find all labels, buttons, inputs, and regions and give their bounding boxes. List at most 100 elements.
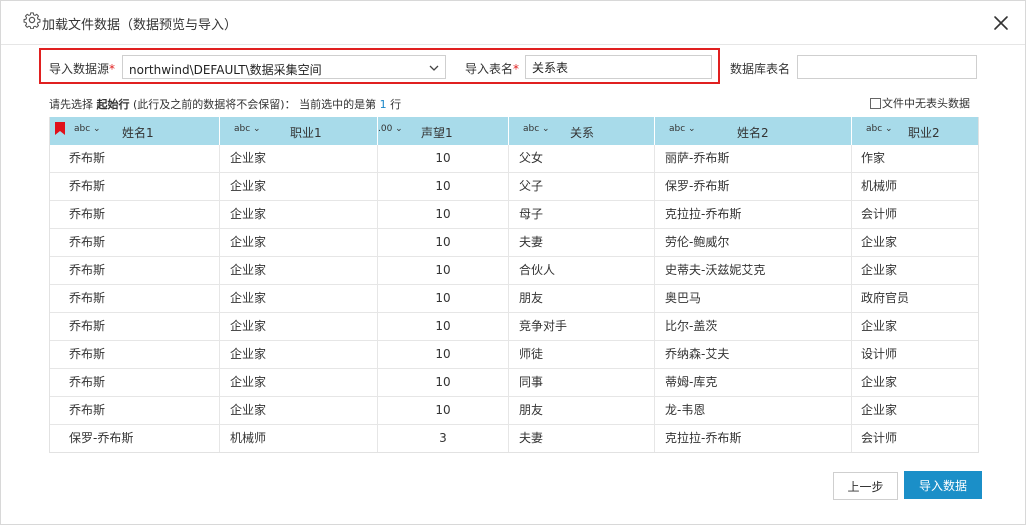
table-cell: 父女 (509, 145, 655, 172)
dbtable-label: 数据库表名 (730, 62, 791, 76)
table-cell: 10 (378, 173, 509, 200)
table-cell: 机械师 (220, 425, 378, 452)
table-cell: 10 (378, 257, 509, 284)
table-cell: 同事 (509, 369, 655, 396)
table-cell: 企业家 (220, 229, 378, 256)
column-header-2[interactable]: abc ⌄ 职业1 (220, 117, 378, 145)
column-type[interactable]: abc ⌄ (866, 124, 893, 134)
table-row[interactable]: 乔布斯 企业家 10 夫妻 劳伦-鲍威尔 企业家 (50, 229, 978, 257)
gear-icon (23, 12, 41, 29)
table-cell: 奥巴马 (655, 285, 852, 312)
table-cell: 企业家 (220, 285, 378, 312)
table-cell: 克拉拉-乔布斯 (655, 425, 852, 452)
column-header-5[interactable]: abc ⌄ 姓名2 (655, 117, 852, 145)
table-cell: 企业家 (861, 403, 898, 417)
table-cell: 企业家 (861, 263, 898, 277)
table-cell: 企业家 (861, 319, 898, 333)
column-type[interactable]: .00 ⌄ (378, 124, 403, 134)
table-cell: 克拉拉-乔布斯 (655, 201, 852, 228)
column-type[interactable]: abc ⌄ (234, 124, 261, 134)
table-cell: 父子 (509, 173, 655, 200)
table-cell: 乔布斯 (50, 173, 220, 200)
data-preview-grid: abc ⌄ 姓名1 abc ⌄ 职业1 .00 ⌄ 声望1 abc ⌄ 关系 a… (49, 117, 979, 453)
table-cell: 乔布斯 (50, 397, 220, 424)
table-cell: 企业家 (220, 173, 378, 200)
table-cell: 10 (378, 397, 509, 424)
close-icon[interactable] (993, 15, 1009, 31)
table-cell: 乔布斯 (50, 341, 220, 368)
table-row[interactable]: 乔布斯 企业家 10 父子 保罗-乔布斯 机械师 (50, 173, 978, 201)
table-row[interactable]: 乔布斯 企业家 10 朋友 奥巴马 政府官员 (50, 285, 978, 313)
table-cell: 丽萨-乔布斯 (655, 145, 852, 172)
table-row[interactable]: 乔布斯 企业家 10 朋友 龙-韦恩 企业家 (50, 397, 978, 425)
table-cell: 企业家 (861, 235, 898, 249)
column-header-6[interactable]: abc ⌄ 职业2 (852, 117, 978, 145)
table-row[interactable]: 乔布斯 企业家 10 合伙人 史蒂夫-沃兹妮艾克 企业家 (50, 257, 978, 285)
table-cell: 10 (378, 341, 509, 368)
table-cell: 师徒 (509, 341, 655, 368)
column-name: 声望1 (421, 126, 453, 140)
start-row-hint: 请先选择 起始行 (此行及之前的数据将不会保留)： 当前选中的是第 1 行 (49, 98, 402, 111)
load-file-dialog: 加载文件数据（数据预览与导入） 导入数据源* northwind\DEFAULT… (0, 0, 1026, 525)
table-cell: 比尔-盖茨 (655, 313, 852, 340)
table-cell: 乔布斯 (50, 369, 220, 396)
table-cell: 10 (378, 369, 509, 396)
table-cell: 乔布斯 (50, 313, 220, 340)
table-cell: 会计师 (861, 207, 898, 221)
table-cell: 10 (378, 285, 509, 312)
table-cell: 会计师 (861, 431, 898, 445)
table-row[interactable]: 乔布斯 企业家 10 母子 克拉拉-乔布斯 会计师 (50, 201, 978, 229)
dbtable-input[interactable] (797, 55, 977, 79)
table-cell: 保罗-乔布斯 (50, 425, 220, 452)
table-cell: 乔布斯 (50, 145, 220, 172)
table-cell: 乔布斯 (50, 285, 220, 312)
column-name: 职业1 (290, 126, 322, 140)
column-name: 姓名1 (122, 126, 154, 140)
chevron-down-icon (429, 65, 439, 71)
table-cell: 乔纳森-艾夫 (655, 341, 852, 368)
column-header-3[interactable]: .00 ⌄ 声望1 (378, 117, 509, 145)
table-cell: 朋友 (509, 285, 655, 312)
table-cell: 企业家 (220, 313, 378, 340)
table-cell: 企业家 (861, 375, 898, 389)
table-cell: 乔布斯 (50, 229, 220, 256)
column-header-1[interactable]: abc ⌄ 姓名1 (50, 117, 220, 145)
table-cell: 龙-韦恩 (655, 397, 852, 424)
column-name: 关系 (570, 126, 595, 140)
no-header-checkbox[interactable]: 文件中无表头数据 (870, 95, 970, 111)
column-type[interactable]: abc ⌄ (74, 124, 101, 134)
column-type[interactable]: abc ⌄ (669, 124, 696, 134)
table-cell: 合伙人 (509, 257, 655, 284)
table-cell: 乔布斯 (50, 201, 220, 228)
selected-row-number: 1 (379, 98, 387, 111)
table-cell: 作家 (861, 151, 886, 165)
table-cell: 乔布斯 (50, 257, 220, 284)
tablename-label: 导入表名* (465, 62, 520, 76)
tablename-input[interactable] (525, 55, 712, 79)
table-cell: 企业家 (220, 145, 378, 172)
table-cell: 企业家 (220, 341, 378, 368)
checkbox-box[interactable] (870, 98, 881, 109)
datasource-label: 导入数据源* (49, 62, 116, 76)
table-row[interactable]: 乔布斯 企业家 10 竞争对手 比尔-盖茨 企业家 (50, 313, 978, 341)
table-cell: 设计师 (861, 347, 898, 361)
column-header-4[interactable]: abc ⌄ 关系 (509, 117, 655, 145)
datasource-value: northwind\DEFAULT\数据采集空间 (129, 63, 322, 77)
grid-header: abc ⌄ 姓名1 abc ⌄ 职业1 .00 ⌄ 声望1 abc ⌄ 关系 a… (50, 117, 978, 145)
table-cell: 企业家 (220, 369, 378, 396)
table-cell: 蒂姆-库克 (655, 369, 852, 396)
import-data-button[interactable]: 导入数据 (904, 471, 982, 499)
table-cell: 保罗-乔布斯 (655, 173, 852, 200)
table-row[interactable]: 保罗-乔布斯 机械师 3 夫妻 克拉拉-乔布斯 会计师 (50, 425, 978, 452)
column-name: 职业2 (908, 126, 940, 140)
table-row[interactable]: 乔布斯 企业家 10 父女 丽萨-乔布斯 作家 (50, 145, 978, 173)
column-name: 姓名2 (737, 126, 769, 140)
table-row[interactable]: 乔布斯 企业家 10 师徒 乔纳森-艾夫 设计师 (50, 341, 978, 369)
column-type[interactable]: abc ⌄ (523, 124, 550, 134)
datasource-select[interactable]: northwind\DEFAULT\数据采集空间 (122, 55, 446, 79)
table-cell: 10 (378, 229, 509, 256)
table-cell: 夫妻 (509, 425, 655, 452)
previous-step-button[interactable]: 上一步 (833, 472, 898, 500)
table-row[interactable]: 乔布斯 企业家 10 同事 蒂姆-库克 企业家 (50, 369, 978, 397)
table-cell: 10 (378, 145, 509, 172)
